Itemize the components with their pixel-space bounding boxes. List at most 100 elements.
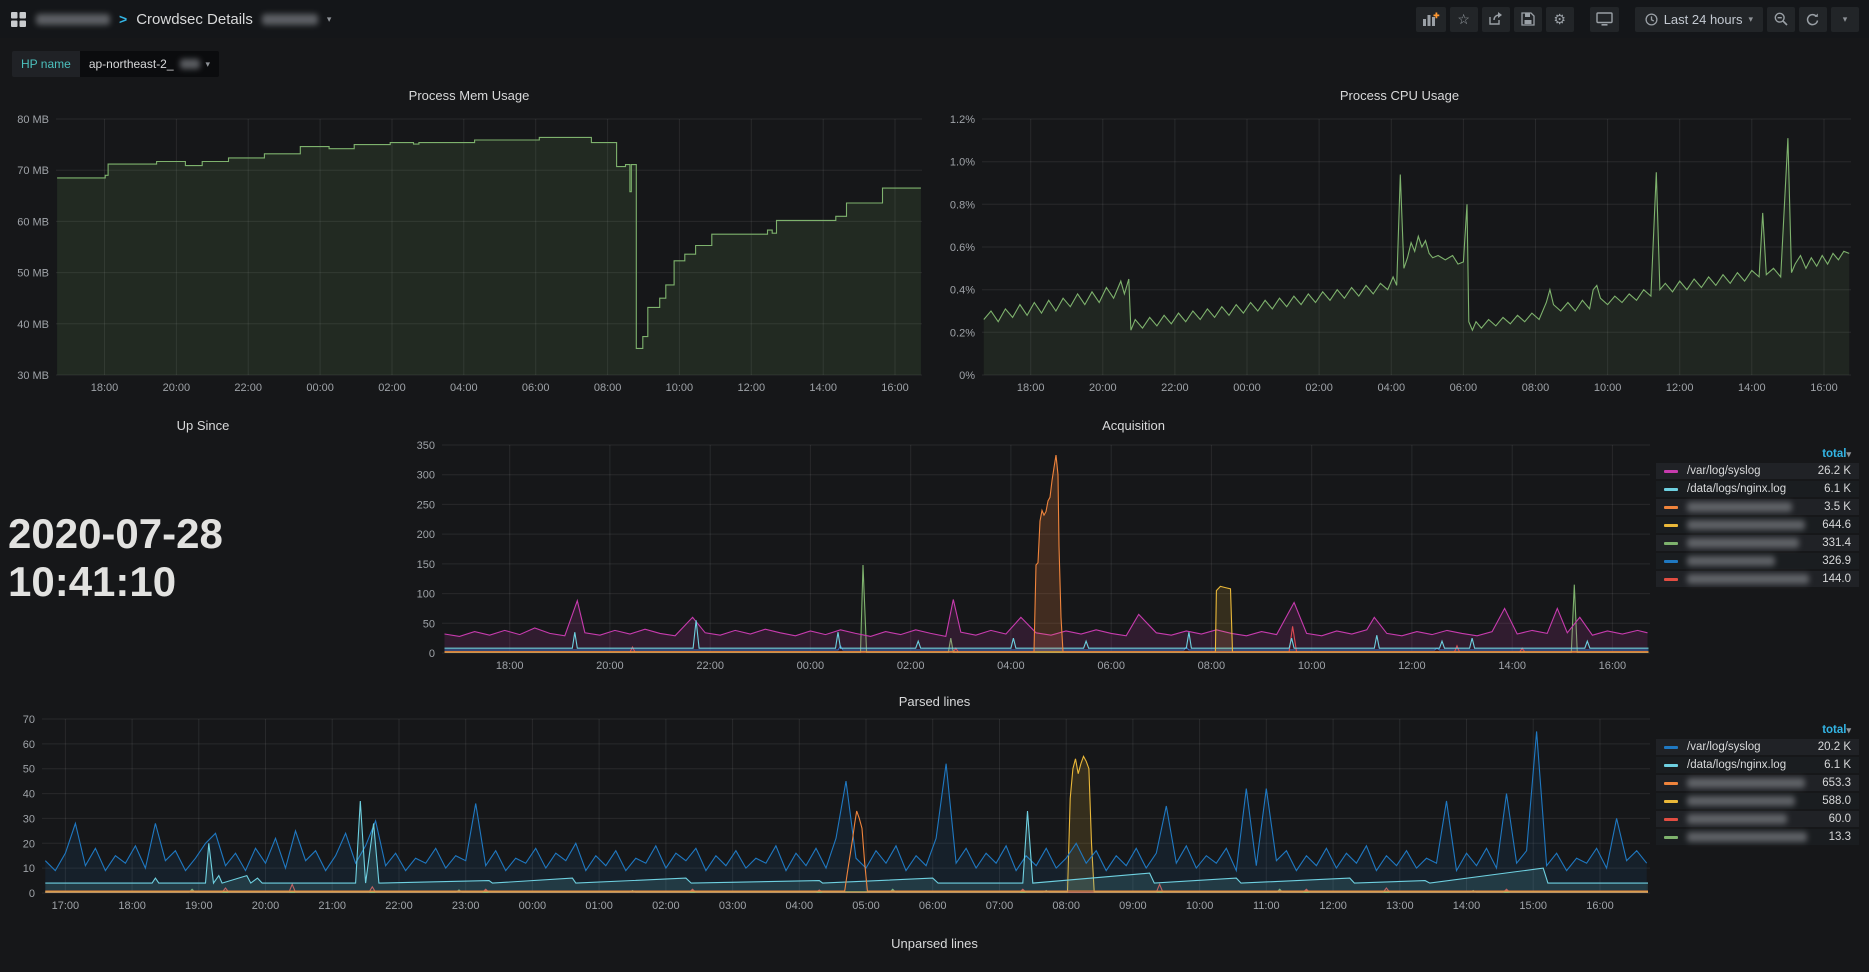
axis-tick-label: 21:00 [318, 900, 346, 912]
axis-tick-label: 150 [417, 559, 435, 571]
axis-tick-label: 04:00 [450, 382, 478, 394]
legend-value: 20.2 K [1818, 741, 1851, 753]
series-fill-process-cpu [984, 138, 1849, 375]
legend-row[interactable]: 144.0 [1656, 571, 1859, 587]
legend-row[interactable]: /var/log/syslog20.2 K [1656, 739, 1859, 755]
legend-row[interactable]: 3.5 K [1656, 499, 1859, 515]
series-color-swatch [1664, 488, 1678, 491]
axis-tick-label: 12:00 [1398, 660, 1426, 672]
chevron-down-icon[interactable]: ▾ [327, 15, 332, 24]
panel-title[interactable]: Process Mem Usage [8, 85, 930, 107]
apps-grid-icon[interactable] [10, 11, 27, 28]
breadcrumb-folder-redacted[interactable] [36, 14, 110, 25]
legend-row[interactable]: 326.9 [1656, 553, 1859, 569]
legend-label-redacted [1687, 778, 1805, 788]
cpu-usage-chart[interactable]: 0%0.2%0.4%0.6%0.8%1.0%1.2%18:0020:0022:0… [938, 107, 1861, 403]
navbar: > Crowdsec Details ▾ ☆ ⚙ Last 24 hours ▾ [0, 0, 1869, 38]
series-color-swatch [1664, 836, 1678, 839]
axis-tick-label: 10:00 [1186, 900, 1214, 912]
panel-title[interactable]: Acquisition [406, 415, 1861, 437]
legend-label[interactable]: /data/logs/nginx.log [1687, 759, 1824, 771]
panel-title[interactable]: Unparsed lines [8, 933, 1861, 955]
legend-label[interactable]: /data/logs/nginx.log [1687, 483, 1824, 495]
legend-row[interactable]: 644.6 [1656, 517, 1859, 533]
star-button[interactable]: ☆ [1450, 7, 1478, 32]
axis-tick-label: 0.4% [950, 285, 975, 297]
legend-row[interactable]: 588.0 [1656, 793, 1859, 809]
legend-sort-header[interactable]: total▾ [1656, 723, 1859, 739]
caret-down-icon: ▾ [1843, 15, 1848, 24]
legend-value: 6.1 K [1824, 483, 1851, 495]
axis-tick-label: 12:00 [1666, 382, 1694, 394]
series-color-swatch [1664, 578, 1678, 581]
legend-row[interactable]: 331.4 [1656, 535, 1859, 551]
refresh-button[interactable] [1799, 7, 1827, 32]
legend-sort-header[interactable]: total▾ [1656, 447, 1859, 463]
row-2: Up Since 2020-07-28 10:41:10 Acquisition… [8, 415, 1861, 679]
hp-name-variable[interactable]: HP name ap-northeast-2_ ▾ [12, 51, 219, 77]
axis-tick-label: 0.2% [950, 327, 975, 339]
axis-tick-label: 350 [417, 440, 435, 452]
legend-row[interactable]: /data/logs/nginx.log6.1 K [1656, 481, 1859, 497]
share-button[interactable] [1482, 7, 1510, 32]
legend-row[interactable]: 13.3 [1656, 829, 1859, 845]
settings-button[interactable]: ⚙ [1546, 7, 1574, 32]
dashboard-title[interactable]: Crowdsec Details [136, 11, 253, 28]
legend-value: 588.0 [1822, 795, 1851, 807]
axis-tick-label: 10:00 [1298, 660, 1326, 672]
legend-label[interactable]: /var/log/syslog [1687, 741, 1818, 753]
legend-value: 60.0 [1829, 813, 1851, 825]
axis-tick-label: 14:00 [1498, 660, 1526, 672]
acquisition-chart[interactable]: 05010015020025030035018:0020:0022:0000:0… [406, 437, 1656, 679]
axis-tick-label: 04:00 [786, 900, 814, 912]
legend-rows: /var/log/syslog26.2 K/data/logs/nginx.lo… [1656, 463, 1859, 587]
legend-label-redacted [1687, 814, 1787, 824]
legend-row[interactable]: 653.3 [1656, 775, 1859, 791]
series-color-swatch [1664, 506, 1678, 509]
legend-row[interactable]: /var/log/syslog26.2 K [1656, 463, 1859, 479]
series-color-swatch [1664, 800, 1678, 803]
row-3: Parsed lines 01020304050607017:0018:0019… [8, 691, 1861, 921]
axis-tick-label: 06:00 [919, 900, 947, 912]
axis-tick-label: 14:00 [1453, 900, 1481, 912]
legend-value: 644.6 [1822, 519, 1851, 531]
nav-actions: ☆ ⚙ Last 24 hours ▾ ▾ [1412, 7, 1859, 32]
axis-tick-label: 16:00 [1599, 660, 1627, 672]
axis-tick-label: 80 MB [17, 114, 49, 126]
variable-value-dropdown[interactable]: ap-northeast-2_ ▾ [80, 51, 219, 77]
axis-tick-label: 10 [23, 863, 35, 875]
caret-down-icon: ▾ [1748, 15, 1753, 24]
legend-row[interactable]: /data/logs/nginx.log6.1 K [1656, 757, 1859, 773]
series-fill-process-mem [57, 137, 921, 375]
axis-tick-label: 250 [417, 499, 435, 511]
axis-tick-label: 08:00 [1052, 900, 1080, 912]
variable-value-text: ap-northeast-2_ [89, 57, 174, 71]
zoom-out-button[interactable] [1767, 7, 1795, 32]
axis-tick-label: 01:00 [585, 900, 613, 912]
legend-label-redacted [1687, 556, 1775, 566]
panel-title[interactable]: Parsed lines [8, 691, 1861, 713]
panel-title[interactable]: Up Since [8, 415, 398, 437]
axis-tick-label: 18:00 [496, 660, 524, 672]
axis-tick-label: 02:00 [1305, 382, 1333, 394]
axis-tick-label: 0.8% [950, 199, 975, 211]
legend-label-redacted [1687, 796, 1795, 806]
axis-tick-label: 16:00 [881, 382, 909, 394]
tv-mode-button[interactable] [1590, 7, 1619, 32]
axis-tick-label: 22:00 [1161, 382, 1189, 394]
time-range-picker[interactable]: Last 24 hours ▾ [1635, 7, 1763, 32]
mem-usage-chart[interactable]: 30 MB40 MB50 MB60 MB70 MB80 MB18:0020:00… [8, 107, 930, 403]
axis-tick-label: 09:00 [1119, 900, 1147, 912]
legend-row[interactable]: 60.0 [1656, 811, 1859, 827]
legend-value: 653.3 [1822, 777, 1851, 789]
add-panel-button[interactable] [1416, 7, 1446, 32]
legend-label[interactable]: /var/log/syslog [1687, 465, 1818, 477]
refresh-interval-dropdown[interactable]: ▾ [1831, 7, 1859, 32]
axis-tick-label: 0% [959, 370, 975, 382]
axis-tick-label: 0 [29, 888, 35, 900]
parsed-lines-chart[interactable]: 01020304050607017:0018:0019:0020:0021:00… [8, 713, 1656, 921]
panel-title[interactable]: Process CPU Usage [938, 85, 1861, 107]
save-button[interactable] [1514, 7, 1542, 32]
axis-tick-label: 06:00 [1450, 382, 1478, 394]
panel-up-since: Up Since 2020-07-28 10:41:10 [8, 415, 398, 679]
